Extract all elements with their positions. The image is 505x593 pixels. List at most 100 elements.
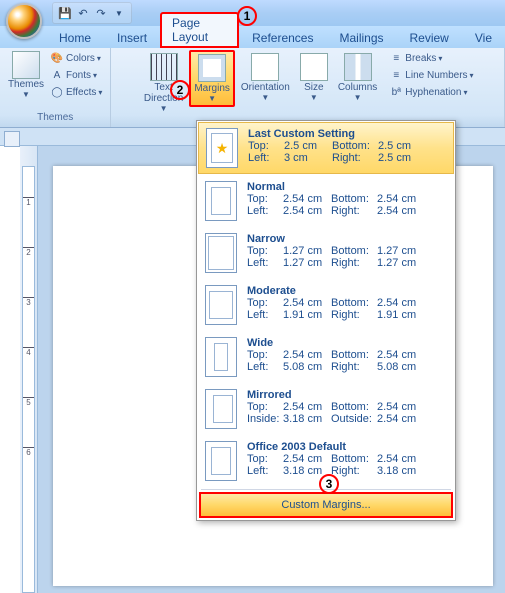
annotation-circle-2: 2 [170, 80, 190, 100]
label: Bottom: [331, 193, 377, 205]
effects-icon: ◯ [50, 85, 64, 99]
margin-title: Wide [247, 337, 447, 349]
fonts-icon: A [50, 68, 64, 82]
tab-page-layout[interactable]: Page Layout [160, 12, 239, 48]
line-numbers-label: Line Numbers [405, 70, 467, 81]
margin-thumb-icon [205, 285, 237, 325]
margin-moderate[interactable]: Moderate Top:2.54 cmBottom:2.54 cm Left:… [197, 279, 455, 331]
hyphenation-label: Hyphenation [405, 87, 461, 98]
label: Inside: [247, 413, 283, 425]
margin-last-custom[interactable]: ★ Last Custom Setting Top: 2.5 cmBottom:2… [198, 122, 454, 174]
themes-label: Themes [8, 79, 44, 90]
tab-references[interactable]: References [239, 27, 326, 48]
label: Left: [247, 205, 283, 217]
margin-narrow[interactable]: Narrow Top:1.27 cmBottom:1.27 cm Left:1.… [197, 227, 455, 279]
margin-thumb-icon [205, 441, 237, 481]
margin-normal[interactable]: Normal Top:2.54 cmBottom:2.54 cm Left:2.… [197, 175, 455, 227]
value: 2.54 cm [283, 205, 331, 217]
value: 2.54 cm [377, 193, 425, 205]
hyphenation-button[interactable]: bªHyphenation▾ [387, 84, 475, 100]
label: Top: [247, 453, 283, 465]
size-button[interactable]: Size▼ [296, 50, 332, 105]
themes-button[interactable]: Themes ▼ [6, 50, 46, 100]
label: Left: [247, 257, 283, 269]
orientation-button[interactable]: Orientation▼ [237, 50, 294, 105]
label: Left: [247, 465, 283, 477]
label: Right: [331, 309, 377, 321]
colors-label: Colors [66, 53, 95, 64]
margin-title: Last Custom Setting [248, 128, 446, 140]
ruler-tick: 4 [23, 347, 34, 357]
label: Left: [248, 152, 284, 164]
annotation-circle-3: 3 [319, 474, 339, 494]
size-label: Size [304, 82, 323, 93]
margin-thumb-icon [205, 181, 237, 221]
value: 1.27 cm [283, 257, 331, 269]
undo-icon[interactable]: ↶ [75, 5, 91, 21]
tab-insert[interactable]: Insert [104, 27, 160, 48]
office-button[interactable] [6, 3, 42, 39]
value: 5.08 cm [283, 361, 331, 373]
fonts-button[interactable]: AFonts▾ [48, 67, 104, 83]
value: 3.18 cm [377, 465, 425, 477]
columns-icon [344, 53, 372, 81]
margin-thumb-icon [205, 337, 237, 377]
line-numbers-button[interactable]: ≡Line Numbers▾ [387, 67, 475, 83]
text-direction-icon [150, 53, 178, 81]
margin-title: Normal [247, 181, 447, 193]
value: 2.5 cm [378, 152, 426, 164]
value: 1.91 cm [283, 309, 331, 321]
colors-icon: 🎨 [50, 51, 64, 65]
margins-button[interactable]: Margins ▼ [189, 50, 235, 107]
label: Top: [247, 401, 283, 413]
label: Bottom: [332, 140, 378, 152]
ribbon-tabs: Home Insert Page Layout References Maili… [0, 26, 505, 48]
margins-label: Margins [194, 83, 230, 94]
margin-title: Moderate [247, 285, 447, 297]
value: 1.91 cm [377, 309, 425, 321]
orientation-icon [251, 53, 279, 81]
effects-button[interactable]: ◯Effects▾ [48, 84, 104, 100]
custom-margins-button[interactable]: Custom Margins... 3 [199, 492, 453, 518]
colors-button[interactable]: 🎨Colors▾ [48, 50, 104, 66]
fonts-label: Fonts [66, 70, 91, 81]
value: 1.27 cm [377, 257, 425, 269]
tab-view[interactable]: Vie [462, 27, 505, 48]
label: Top: [247, 297, 283, 309]
value: 2.54 cm [283, 297, 331, 309]
ruler-tick: 5 [23, 397, 34, 407]
annotation-circle-1: 1 [237, 6, 257, 26]
tab-home[interactable]: Home [46, 27, 104, 48]
label: Bottom: [331, 297, 377, 309]
margin-title: Office 2003 Default [247, 441, 447, 453]
margin-wide[interactable]: Wide Top:2.54 cmBottom:2.54 cm Left:5.08… [197, 331, 455, 383]
group-themes: Themes ▼ 🎨Colors▾ AFonts▾ ◯Effects▾ Them… [0, 48, 111, 127]
tab-review[interactable]: Review [397, 27, 462, 48]
ruler-tick: 6 [23, 447, 34, 457]
value: 1.27 cm [377, 245, 425, 257]
value: 2.54 cm [283, 349, 331, 361]
label: Left: [247, 361, 283, 373]
chevron-down-icon: ▼ [208, 94, 216, 103]
save-icon[interactable]: 💾 [57, 5, 73, 21]
label: Left: [247, 309, 283, 321]
redo-icon[interactable]: ↷ [93, 5, 109, 21]
label: Bottom: [331, 453, 377, 465]
qat-more-icon[interactable]: ▼ [111, 5, 127, 21]
label: Right: [331, 361, 377, 373]
themes-icon [12, 51, 40, 79]
ruler-corner[interactable] [4, 131, 20, 147]
margin-thumb-icon: ★ [206, 128, 238, 168]
columns-button[interactable]: Columns▼ [334, 50, 381, 105]
margin-title: Mirrored [247, 389, 447, 401]
breaks-button[interactable]: ≡Breaks▾ [387, 50, 475, 66]
tab-mailings[interactable]: Mailings [326, 27, 396, 48]
orientation-label: Orientation [241, 82, 290, 93]
label: Top: [247, 245, 283, 257]
value: 2.54 cm [377, 413, 425, 425]
value: 2.5 cm [378, 140, 426, 152]
label: Top: [248, 140, 284, 152]
effects-label: Effects [66, 87, 96, 98]
margin-mirrored[interactable]: Mirrored Top:2.54 cmBottom:2.54 cm Insid… [197, 383, 455, 435]
label: Outside: [331, 413, 377, 425]
